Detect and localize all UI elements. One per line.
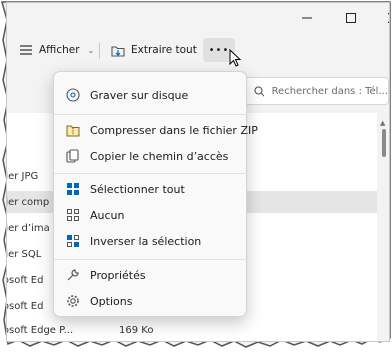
menu-item-select-all[interactable]: Sélectionner tout xyxy=(60,177,242,201)
select-all-icon xyxy=(66,182,80,196)
maximize-button[interactable] xyxy=(329,3,373,33)
select-none-icon xyxy=(66,208,80,222)
close-icon xyxy=(388,13,389,23)
search-placeholder: Rechercher dans : Tél... xyxy=(271,85,388,97)
gear-icon xyxy=(66,294,80,308)
scroll-thumb[interactable] xyxy=(382,129,386,157)
menu-item-options[interactable]: Options xyxy=(60,289,242,313)
menu-item-label: Inverser la sélection xyxy=(90,234,202,248)
disc-burn-icon xyxy=(66,88,80,102)
menu-item-burn-disc[interactable]: Graver sur disque xyxy=(60,83,242,107)
list-item[interactable]: rosoft Edge P... 169 Ko xyxy=(7,319,377,341)
zip-folder-icon xyxy=(66,123,80,137)
more-icon: ••• xyxy=(208,44,230,56)
view-button[interactable]: Afficher ⌄ xyxy=(19,38,94,62)
menu-item-select-none[interactable]: Aucun xyxy=(60,203,242,227)
menu-separator xyxy=(54,114,248,115)
menu-item-compress-zip[interactable]: Compresser dans le fichier ZIP xyxy=(60,118,258,142)
menu-item-label: Aucun xyxy=(90,208,125,222)
menu-item-label: Options xyxy=(90,294,133,308)
menu-separator xyxy=(54,173,248,174)
menu-item-label: Graver sur disque xyxy=(90,88,189,102)
extract-folder-icon xyxy=(111,45,125,57)
menu-item-invert-selection[interactable]: Inverser la sélection xyxy=(60,229,242,253)
maximize-icon xyxy=(346,13,356,23)
menu-item-label: Compresser dans le fichier ZIP xyxy=(90,123,258,137)
scroll-up-icon[interactable]: ▲ xyxy=(380,119,385,127)
file-name: rosoft Edge P... xyxy=(6,324,74,336)
menu-item-label: Propriétés xyxy=(90,268,146,282)
menu-item-label: Copier le chemin d’accès xyxy=(90,149,229,163)
menu-item-properties[interactable]: Propriétés xyxy=(60,263,242,287)
toolbar-divider xyxy=(99,43,100,59)
command-bar: Afficher ⌄ Extraire tout ••• xyxy=(7,35,389,65)
wrench-icon xyxy=(66,268,80,282)
file-explorer-window: Afficher ⌄ Extraire tout ••• Rechercher … xyxy=(6,2,390,342)
menu-separator xyxy=(54,259,248,260)
file-size: 169 Ko xyxy=(119,324,154,336)
chevron-down-icon: ⌄ xyxy=(87,45,95,55)
view-icon xyxy=(20,45,32,55)
copy-path-icon xyxy=(66,149,80,163)
minimize-icon xyxy=(302,17,312,19)
menu-item-copy-path[interactable]: Copier le chemin d’accès xyxy=(60,144,242,168)
invert-selection-icon xyxy=(66,234,80,248)
minimize-button[interactable] xyxy=(285,3,329,33)
view-button-label: Afficher xyxy=(39,44,80,56)
see-more-menu: Graver sur disque Compresser dans le fic… xyxy=(53,71,258,317)
extract-all-button[interactable]: Extraire tout xyxy=(111,38,197,62)
search-icon xyxy=(254,85,264,96)
menu-item-label: Sélectionner tout xyxy=(90,182,185,196)
close-button[interactable] xyxy=(371,3,389,33)
vertical-scrollbar[interactable]: ▲ xyxy=(379,119,389,339)
extract-all-label: Extraire tout xyxy=(131,44,197,56)
search-box[interactable]: Rechercher dans : Tél... xyxy=(243,77,389,105)
mouse-cursor-icon xyxy=(229,49,241,67)
